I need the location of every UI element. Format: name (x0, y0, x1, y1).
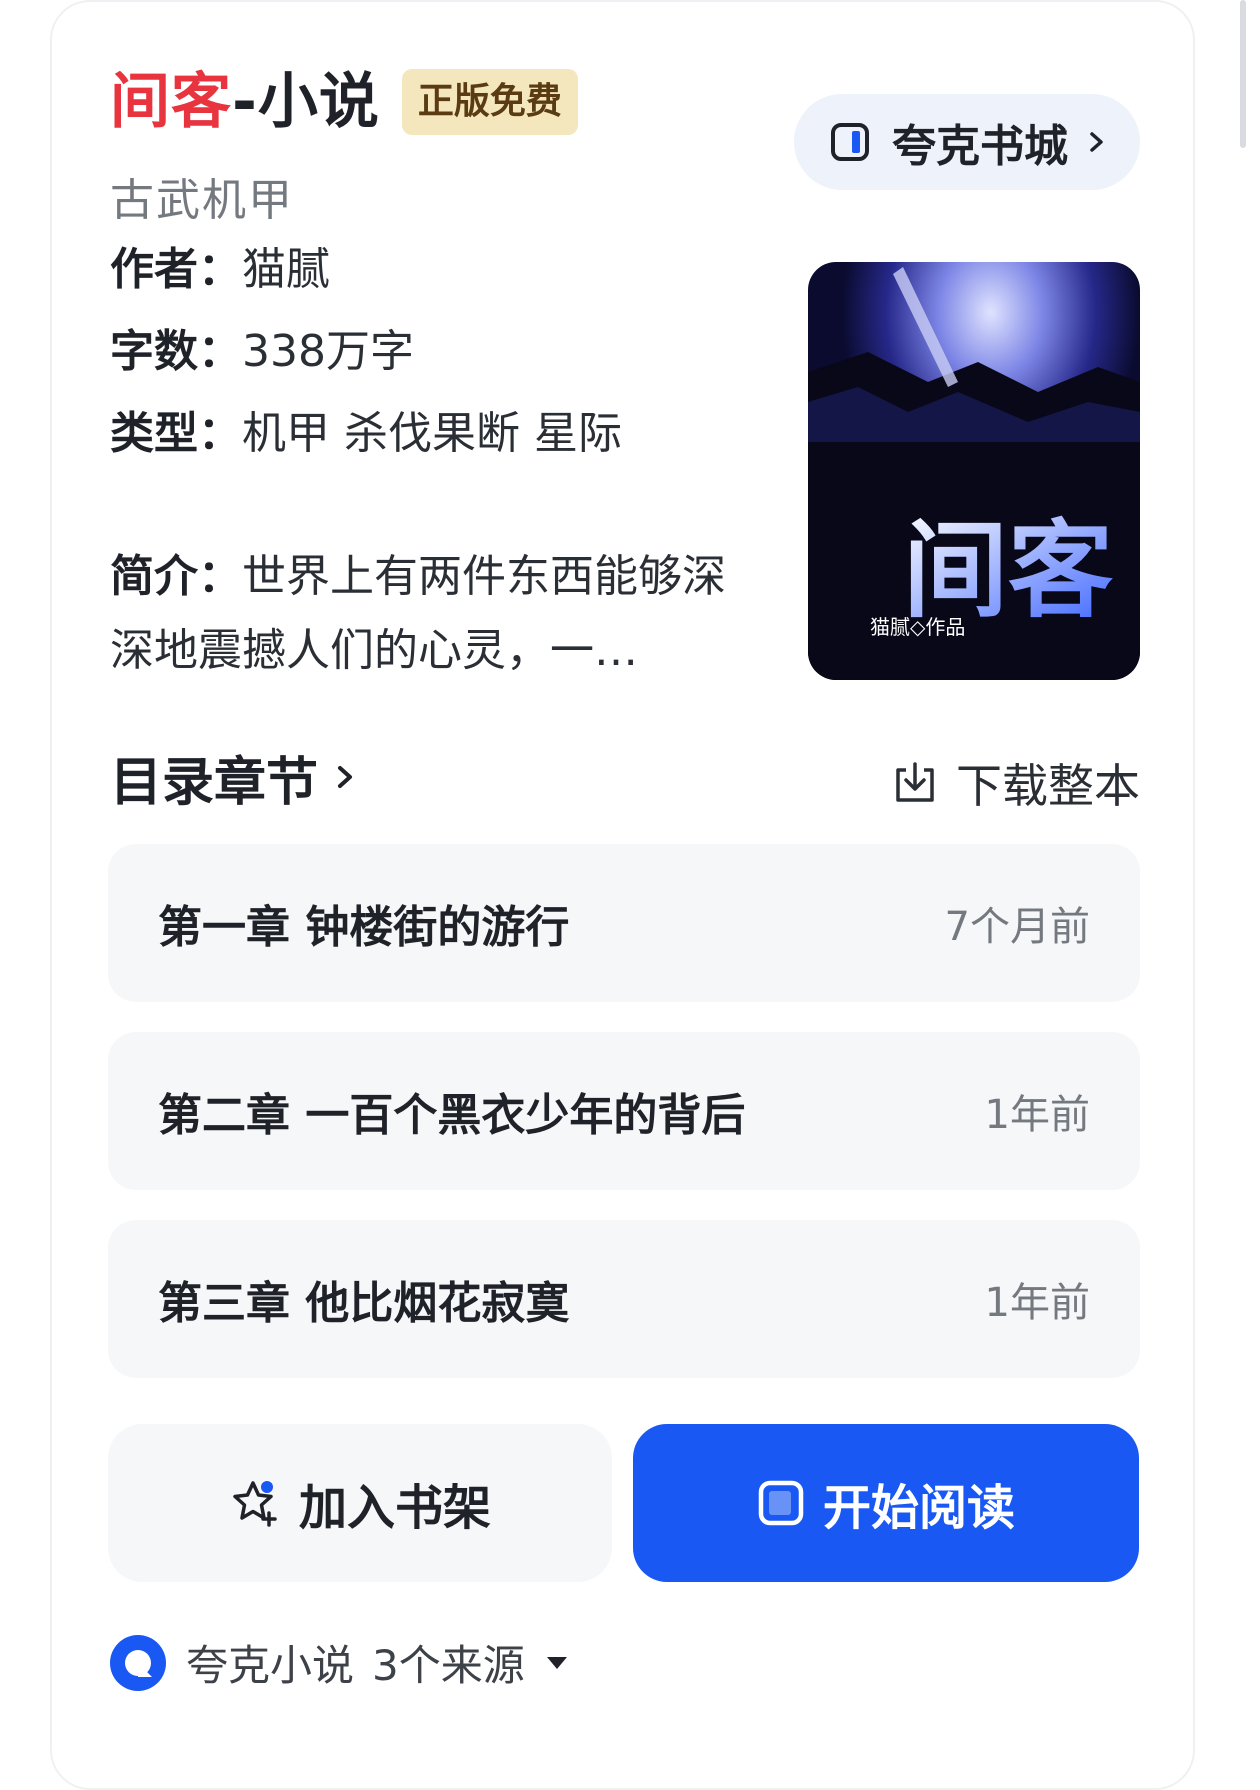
genre-value: 机甲 杀伐果断 星际 (242, 408, 622, 459)
star-plus-icon (233, 1481, 277, 1527)
chapter-name: 第一章 钟楼街的游行 (158, 902, 570, 953)
chevron-right-icon[interactable] (332, 764, 358, 790)
source-selector[interactable]: 夸克小说 3个来源 (108, 1632, 569, 1693)
quark-bookstore-button[interactable]: 夸克书城 (794, 94, 1140, 190)
book-category: 古武机甲 (110, 175, 294, 226)
chapter-item[interactable]: 第三章 他比烟花寂寞 1年前 (108, 1220, 1140, 1378)
download-button[interactable]: 下载整本 (892, 750, 1140, 816)
book-icon (831, 123, 869, 161)
chapter-time: 1年前 (984, 1280, 1090, 1326)
wordcount-label: 字数： (110, 326, 242, 377)
cover-art: 间客 猫腻◇作品 (808, 262, 1140, 680)
free-badge: 正版免费 (401, 69, 578, 135)
book-title-suffix[interactable]: -小说 (232, 67, 380, 137)
toc-title[interactable]: 目录章节 (110, 740, 318, 815)
author-row: 作者：猫腻 (110, 240, 330, 300)
chapter-name: 第二章 一百个黑衣少年的背后 (158, 1090, 746, 1141)
title-row: 间客-小说 正版免费 (110, 64, 578, 140)
quark-logo-icon (110, 1634, 166, 1691)
genre-row: 类型：机甲 杀伐果断 星际 (110, 404, 622, 464)
source-count: 3个来源 (372, 1641, 525, 1690)
book-icon (758, 1480, 804, 1526)
book-title[interactable]: 间客-小说 (110, 64, 380, 140)
toc-header: 目录章节 下载整本 (110, 740, 1140, 815)
chapter-name: 第三章 他比烟花寂寞 (158, 1278, 570, 1329)
caret-down-icon (546, 1656, 567, 1669)
cover-author-mark: 猫腻◇作品 (870, 615, 965, 639)
intro-label: 简介： (110, 551, 242, 602)
start-reading-label: 开始阅读 (822, 1480, 1015, 1536)
download-icon (896, 762, 934, 802)
start-reading-button[interactable]: 开始阅读 (633, 1424, 1139, 1582)
chapter-item[interactable]: 第一章 钟楼街的游行 7个月前 (108, 844, 1140, 1002)
download-label: 下载整本 (956, 759, 1140, 813)
wordcount-value: 338万字 (242, 326, 414, 377)
author-label: 作者： (110, 244, 242, 295)
add-to-shelf-button[interactable]: 加入书架 (108, 1424, 612, 1582)
chapter-time: 7个月前 (944, 904, 1090, 950)
chapter-time: 1年前 (984, 1092, 1090, 1138)
chapter-item[interactable]: 第二章 一百个黑衣少年的背后 1年前 (108, 1032, 1140, 1190)
genre-label: 类型： (110, 408, 242, 459)
cover-title: 间客 (903, 508, 1113, 632)
intro[interactable]: 简介：世界上有两件东西能够深深地震撼人们的心灵，一… (110, 540, 750, 688)
scrollbar[interactable] (1240, 0, 1246, 148)
chevron-right-icon (1090, 132, 1103, 152)
wordcount-row: 字数：338万字 (110, 322, 414, 382)
author-value[interactable]: 猫腻 (242, 244, 330, 295)
book-cover[interactable]: 间客 猫腻◇作品 (808, 262, 1140, 680)
add-to-shelf-label: 加入书架 (298, 1480, 491, 1536)
source-app-name: 夸克小说 (186, 1641, 355, 1690)
book-title-main[interactable]: 间客 (110, 67, 232, 137)
store-button-label: 夸克书城 (892, 121, 1068, 172)
